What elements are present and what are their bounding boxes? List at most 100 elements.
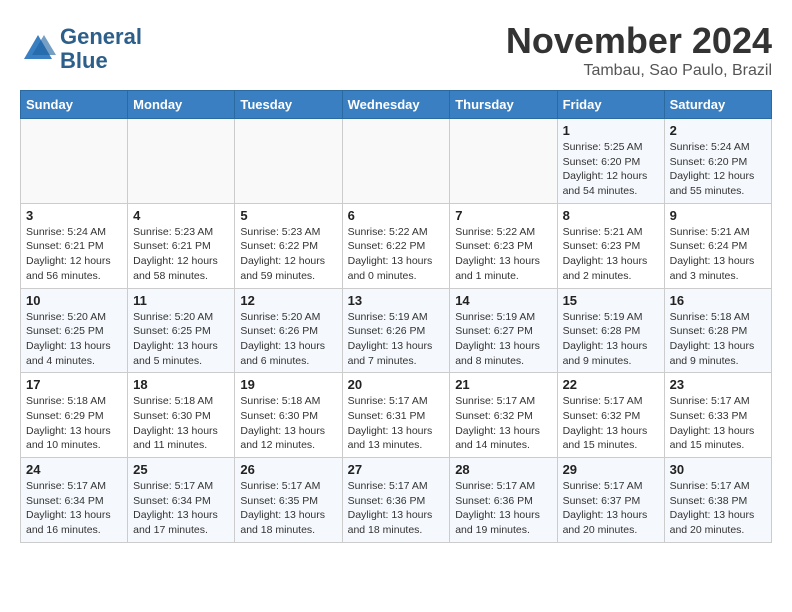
- location: Tambau, Sao Paulo, Brazil: [506, 62, 772, 80]
- day-number: 1: [563, 123, 659, 138]
- day-info: Sunrise: 5:17 AMSunset: 6:31 PMDaylight:…: [348, 394, 445, 453]
- week-row-0: 1 Sunrise: 5:25 AMSunset: 6:20 PMDaylight…: [21, 119, 772, 204]
- calendar-cell: 9 Sunrise: 5:21 AMSunset: 6:24 PMDaylight…: [664, 203, 771, 288]
- day-info: Sunrise: 5:21 AMSunset: 6:24 PMDaylight:…: [670, 225, 766, 284]
- calendar-cell: 14 Sunrise: 5:19 AMSunset: 6:27 PMDayligh…: [450, 288, 557, 373]
- day-number: 19: [240, 377, 336, 392]
- day-info: Sunrise: 5:17 AMSunset: 6:37 PMDaylight:…: [563, 479, 659, 538]
- calendar-cell: 21Sunrise: 5:17 AMSunset: 6:32 PMDayligh…: [450, 373, 557, 458]
- day-info: Sunrise: 5:18 AMSunset: 6:30 PMDaylight:…: [240, 394, 336, 453]
- day-number: 30: [670, 462, 766, 477]
- day-info: Sunrise: 5:17 AMSunset: 6:35 PMDaylight:…: [240, 479, 336, 538]
- calendar-cell: 2 Sunrise: 5:24 AMSunset: 6:20 PMDaylight…: [664, 119, 771, 204]
- day-info: Sunrise: 5:18 AMSunset: 6:29 PMDaylight:…: [26, 394, 122, 453]
- day-number: 18: [133, 377, 229, 392]
- day-info: Sunrise: 5:18 AMSunset: 6:28 PMDaylight:…: [670, 310, 766, 369]
- day-info: Sunrise: 5:20 AMSunset: 6:26 PMDaylight:…: [240, 310, 336, 369]
- calendar-cell: 5Sunrise: 5:23 AMSunset: 6:22 PMDaylight…: [235, 203, 342, 288]
- calendar-table: SundayMondayTuesdayWednesdayThursdayFrid…: [20, 90, 772, 543]
- calendar-cell: 11Sunrise: 5:20 AMSunset: 6:25 PMDayligh…: [128, 288, 235, 373]
- calendar-cell: 6 Sunrise: 5:22 AMSunset: 6:22 PMDaylight…: [342, 203, 450, 288]
- day-number: 17: [26, 377, 122, 392]
- day-number: 16: [670, 293, 766, 308]
- logo-line1: General: [60, 24, 142, 49]
- day-number: 24: [26, 462, 122, 477]
- logo-icon: [20, 31, 56, 67]
- day-number: 23: [670, 377, 766, 392]
- weekday-header-wednesday: Wednesday: [342, 91, 450, 119]
- week-row-2: 10 Sunrise: 5:20 AMSunset: 6:25 PMDayligh…: [21, 288, 772, 373]
- day-info: Sunrise: 5:17 AMSunset: 6:38 PMDaylight:…: [670, 479, 766, 538]
- weekday-header-saturday: Saturday: [664, 91, 771, 119]
- weekday-header-monday: Monday: [128, 91, 235, 119]
- day-number: 27: [348, 462, 445, 477]
- logo-text: General Blue: [60, 25, 142, 73]
- calendar-cell: 7Sunrise: 5:22 AMSunset: 6:23 PMDaylight…: [450, 203, 557, 288]
- weekday-header-row: SundayMondayTuesdayWednesdayThursdayFrid…: [21, 91, 772, 119]
- day-info: Sunrise: 5:25 AMSunset: 6:20 PMDaylight:…: [563, 140, 659, 199]
- day-number: 14: [455, 293, 551, 308]
- day-number: 12: [240, 293, 336, 308]
- week-row-1: 3 Sunrise: 5:24 AMSunset: 6:21 PMDaylight…: [21, 203, 772, 288]
- calendar-cell: [342, 119, 450, 204]
- calendar-cell: 1 Sunrise: 5:25 AMSunset: 6:20 PMDaylight…: [557, 119, 664, 204]
- calendar-cell: 23Sunrise: 5:17 AMSunset: 6:33 PMDayligh…: [664, 373, 771, 458]
- day-info: Sunrise: 5:17 AMSunset: 6:32 PMDaylight:…: [563, 394, 659, 453]
- title-area: November 2024 Tambau, Sao Paulo, Brazil: [506, 20, 772, 80]
- day-number: 8: [563, 208, 659, 223]
- day-info: Sunrise: 5:24 AMSunset: 6:20 PMDaylight:…: [670, 140, 766, 199]
- calendar-cell: 22 Sunrise: 5:17 AMSunset: 6:32 PMDayligh…: [557, 373, 664, 458]
- day-number: 5: [240, 208, 336, 223]
- day-number: 6: [348, 208, 445, 223]
- day-info: Sunrise: 5:22 AMSunset: 6:22 PMDaylight:…: [348, 225, 445, 284]
- logo-line2: Blue: [60, 48, 108, 73]
- day-number: 2: [670, 123, 766, 138]
- calendar-cell: 20Sunrise: 5:17 AMSunset: 6:31 PMDayligh…: [342, 373, 450, 458]
- calendar-cell: 19 Sunrise: 5:18 AMSunset: 6:30 PMDayligh…: [235, 373, 342, 458]
- calendar-cell: 8 Sunrise: 5:21 AMSunset: 6:23 PMDaylight…: [557, 203, 664, 288]
- day-number: 28: [455, 462, 551, 477]
- day-info: Sunrise: 5:20 AMSunset: 6:25 PMDaylight:…: [26, 310, 122, 369]
- day-number: 3: [26, 208, 122, 223]
- week-row-4: 24 Sunrise: 5:17 AMSunset: 6:34 PMDayligh…: [21, 458, 772, 543]
- day-number: 7: [455, 208, 551, 223]
- day-info: Sunrise: 5:21 AMSunset: 6:23 PMDaylight:…: [563, 225, 659, 284]
- logo: General Blue: [20, 25, 142, 73]
- weekday-header-friday: Friday: [557, 91, 664, 119]
- day-info: Sunrise: 5:19 AMSunset: 6:27 PMDaylight:…: [455, 310, 551, 369]
- day-number: 26: [240, 462, 336, 477]
- weekday-header-thursday: Thursday: [450, 91, 557, 119]
- calendar-cell: 4 Sunrise: 5:23 AMSunset: 6:21 PMDaylight…: [128, 203, 235, 288]
- day-number: 4: [133, 208, 229, 223]
- calendar-cell: [21, 119, 128, 204]
- day-number: 22: [563, 377, 659, 392]
- day-number: 9: [670, 208, 766, 223]
- calendar-cell: 28Sunrise: 5:17 AMSunset: 6:36 PMDayligh…: [450, 458, 557, 543]
- calendar-cell: 27 Sunrise: 5:17 AMSunset: 6:36 PMDayligh…: [342, 458, 450, 543]
- calendar-cell: 3 Sunrise: 5:24 AMSunset: 6:21 PMDaylight…: [21, 203, 128, 288]
- weekday-header-tuesday: Tuesday: [235, 91, 342, 119]
- day-info: Sunrise: 5:18 AMSunset: 6:30 PMDaylight:…: [133, 394, 229, 453]
- calendar-cell: 17 Sunrise: 5:18 AMSunset: 6:29 PMDayligh…: [21, 373, 128, 458]
- day-info: Sunrise: 5:24 AMSunset: 6:21 PMDaylight:…: [26, 225, 122, 284]
- calendar-cell: [450, 119, 557, 204]
- calendar-cell: 16 Sunrise: 5:18 AMSunset: 6:28 PMDayligh…: [664, 288, 771, 373]
- day-info: Sunrise: 5:17 AMSunset: 6:34 PMDaylight:…: [26, 479, 122, 538]
- day-info: Sunrise: 5:17 AMSunset: 6:34 PMDaylight:…: [133, 479, 229, 538]
- calendar-cell: [128, 119, 235, 204]
- calendar-cell: 13Sunrise: 5:19 AMSunset: 6:26 PMDayligh…: [342, 288, 450, 373]
- day-number: 11: [133, 293, 229, 308]
- calendar-cell: 18 Sunrise: 5:18 AMSunset: 6:30 PMDayligh…: [128, 373, 235, 458]
- day-info: Sunrise: 5:17 AMSunset: 6:36 PMDaylight:…: [348, 479, 445, 538]
- day-number: 21: [455, 377, 551, 392]
- day-info: Sunrise: 5:23 AMSunset: 6:21 PMDaylight:…: [133, 225, 229, 284]
- month-title: November 2024: [506, 20, 772, 62]
- calendar-cell: [235, 119, 342, 204]
- day-number: 10: [26, 293, 122, 308]
- calendar-cell: 15Sunrise: 5:19 AMSunset: 6:28 PMDayligh…: [557, 288, 664, 373]
- day-number: 13: [348, 293, 445, 308]
- header: General Blue November 2024 Tambau, Sao P…: [20, 20, 772, 80]
- calendar-cell: 26 Sunrise: 5:17 AMSunset: 6:35 PMDayligh…: [235, 458, 342, 543]
- calendar-cell: 24 Sunrise: 5:17 AMSunset: 6:34 PMDayligh…: [21, 458, 128, 543]
- calendar-cell: 10 Sunrise: 5:20 AMSunset: 6:25 PMDayligh…: [21, 288, 128, 373]
